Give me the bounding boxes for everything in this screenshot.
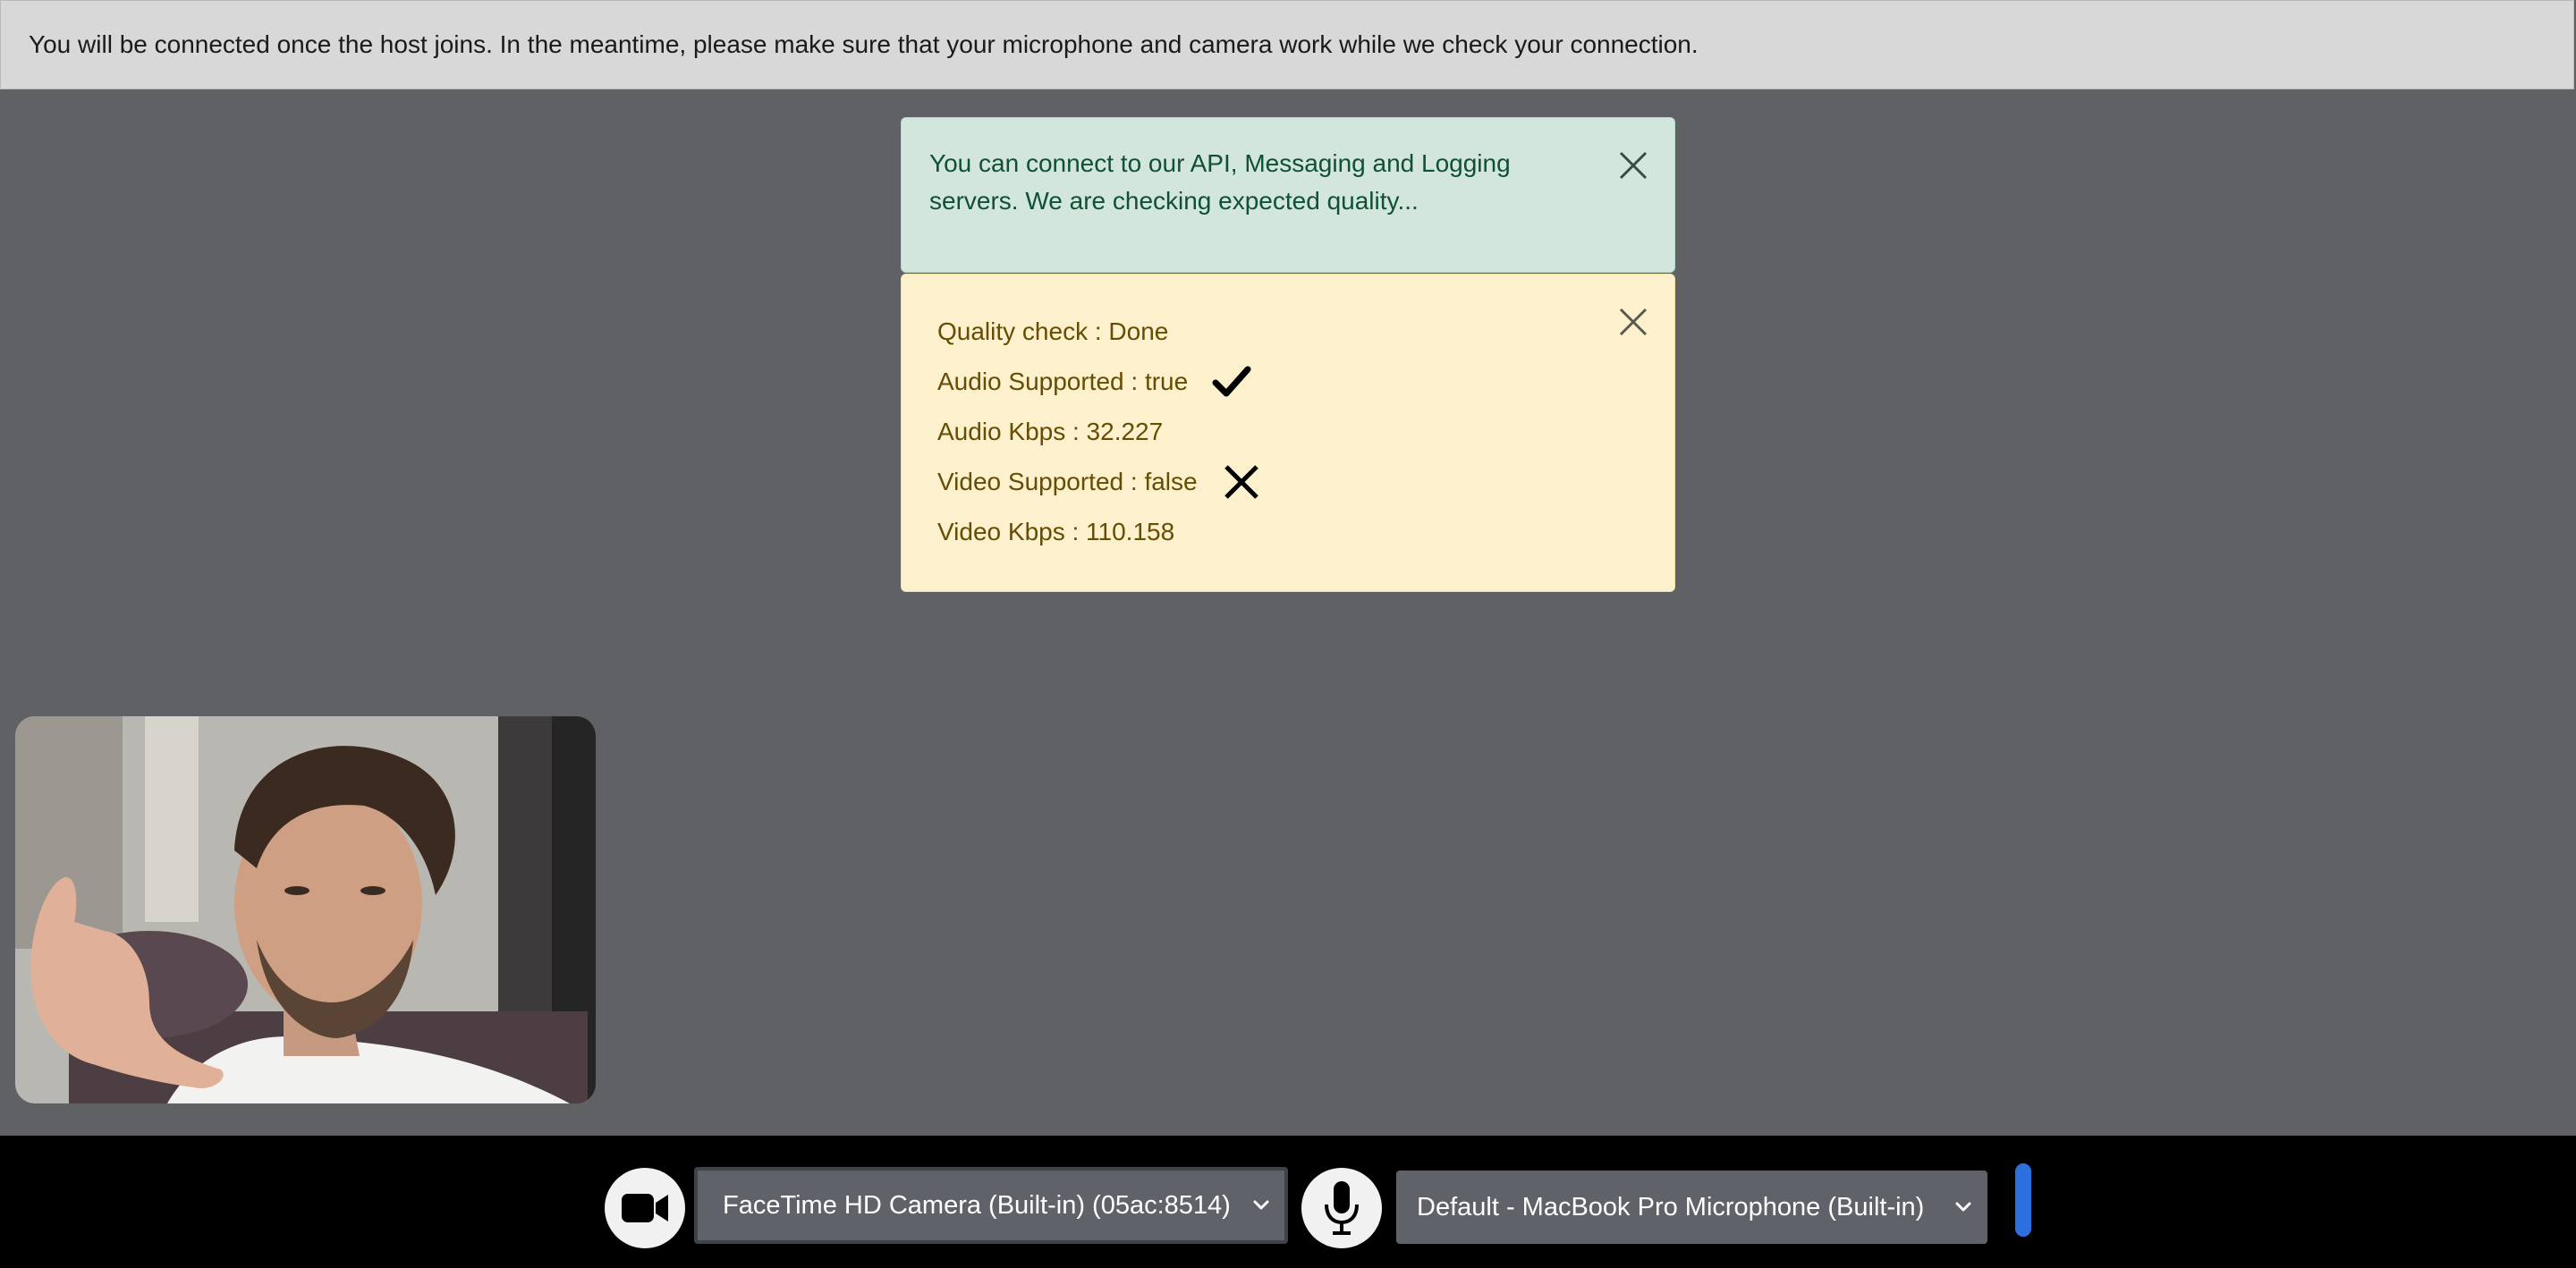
connection-alert-text: You can connect to our API, Messaging an… [929, 149, 1511, 215]
connection-alert: You can connect to our API, Messaging an… [901, 117, 1675, 273]
chevron-down-icon [1250, 1195, 1272, 1216]
quality-alert-close-button[interactable] [1618, 307, 1648, 337]
checkmark-icon [1211, 361, 1252, 402]
close-icon [1619, 151, 1648, 180]
camera-toggle-button[interactable] [605, 1168, 685, 1248]
audio-level-meter [2015, 1163, 2031, 1237]
camera-feed-image [15, 716, 596, 1103]
audio-kbps-text: Audio Kbps : 32.227 [937, 418, 1164, 445]
quality-check-alert: Quality check : Done Audio Supported : t… [901, 274, 1675, 592]
chevron-down-icon [1953, 1196, 1974, 1218]
audio-kbps-row: Audio Kbps : 32.227 [937, 407, 1674, 457]
quality-check-row: Quality check : Done [937, 307, 1674, 357]
waiting-banner: You will be connected once the host join… [0, 0, 2574, 89]
video-kbps-text: Video Kbps : 110.158 [937, 518, 1175, 545]
microphone-toggle-button[interactable] [1301, 1168, 1382, 1248]
video-camera-icon [622, 1194, 668, 1222]
quality-check-text: Quality check : Done [937, 317, 1169, 345]
microphone-select[interactable]: Default - MacBook Pro Microphone (Built-… [1396, 1171, 1987, 1244]
video-supported-text: Video Supported : false [937, 468, 1198, 495]
camera-select[interactable]: FaceTime HD Camera (Built-in) (05ac:8514… [694, 1167, 1288, 1244]
camera-select-value: FaceTime HD Camera (Built-in) (05ac:8514… [723, 1190, 1231, 1220]
local-video-preview [15, 716, 596, 1103]
microphone-icon [1325, 1181, 1359, 1235]
cross-icon [1221, 461, 1262, 503]
device-controls-bar: FaceTime HD Camera (Built-in) (05ac:8514… [0, 1136, 2576, 1268]
video-supported-row: Video Supported : false [937, 457, 1674, 507]
microphone-select-value: Default - MacBook Pro Microphone (Built-… [1417, 1192, 1925, 1222]
audio-supported-text: Audio Supported : true [937, 368, 1189, 395]
connection-alert-close-button[interactable] [1618, 150, 1648, 181]
waiting-banner-text: You will be connected once the host join… [29, 30, 1699, 58]
video-kbps-row: Video Kbps : 110.158 [937, 507, 1674, 557]
audio-supported-row: Audio Supported : true [937, 357, 1674, 407]
close-icon [1619, 308, 1648, 336]
